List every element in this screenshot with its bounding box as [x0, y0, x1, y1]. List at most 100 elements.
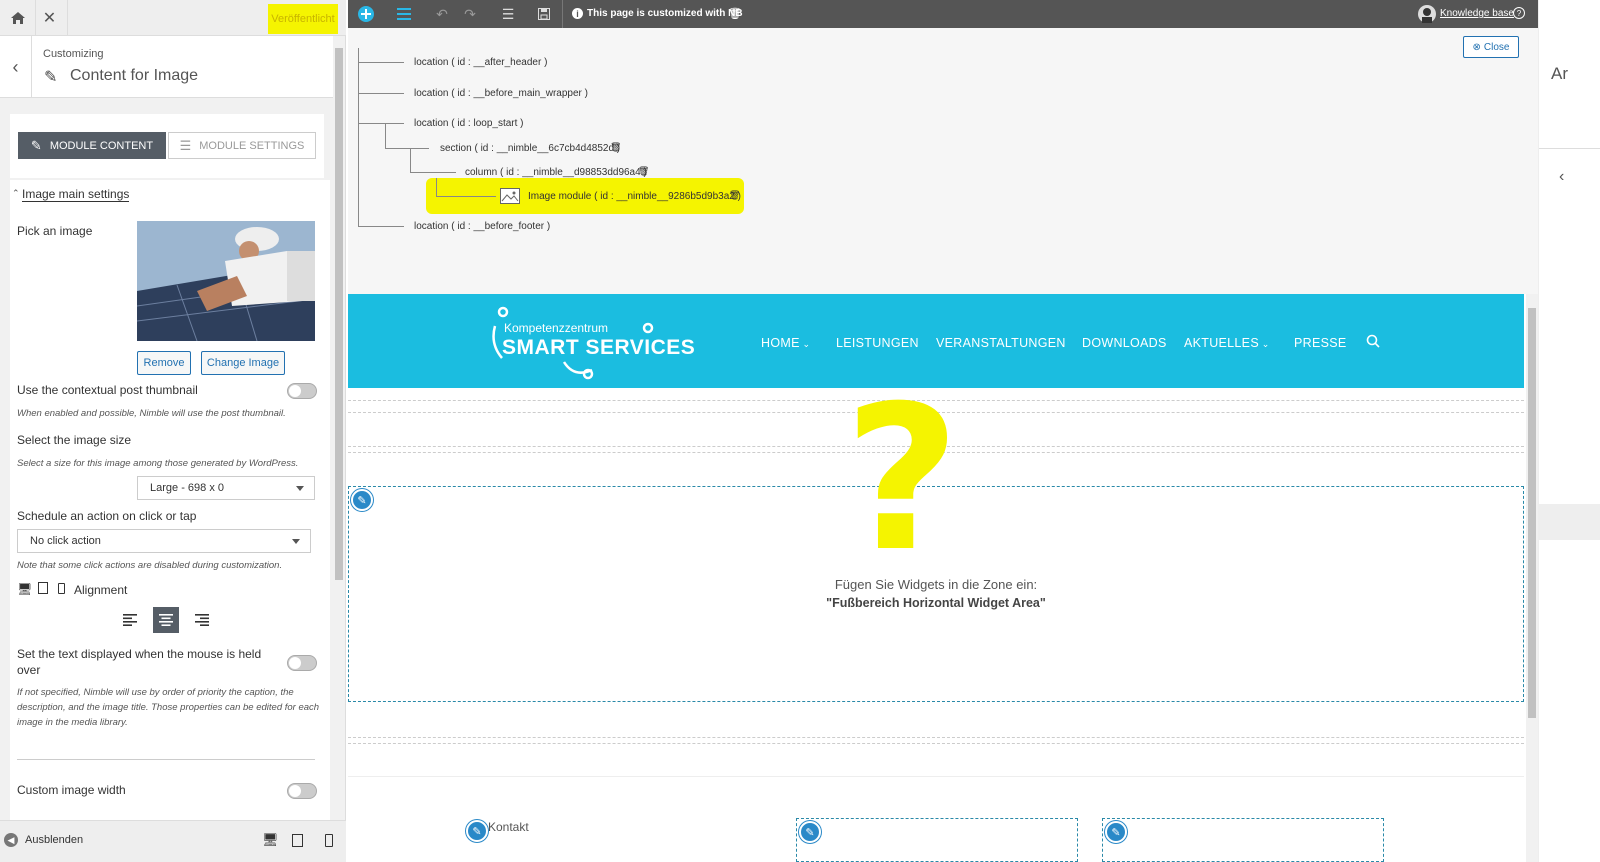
pencil-icon: ✎	[30, 137, 42, 153]
align-left-icon[interactable]	[117, 607, 143, 633]
pencil-icon[interactable]: ✎	[466, 820, 488, 842]
contextual-thumbnail-label: Use the contextual post thumbnail	[17, 383, 198, 397]
contextual-thumbnail-desc: When enabled and possible, Nimble will u…	[17, 408, 286, 419]
change-image-button[interactable]: Change Image	[201, 351, 285, 375]
close-icon[interactable]: ✕	[32, 0, 68, 36]
tree-node-section[interactable]: section ( id : __nimble__6c7cb4d4852d )	[440, 143, 620, 154]
site-logo[interactable]: Kompetenzzentrum SMART SERVICES	[490, 304, 700, 380]
chevron-left-icon[interactable]: ‹	[1559, 168, 1564, 186]
chevron-left-icon[interactable]: ‹	[0, 36, 32, 98]
chevron-up-icon[interactable]: ⌃	[12, 188, 20, 199]
breadcrumb: Customizing	[43, 48, 104, 60]
logo-top-text: Kompetenzzentrum	[504, 321, 609, 335]
search-icon[interactable]	[1366, 334, 1380, 351]
tab-module-content[interactable]: ✎ MODULE CONTENT	[18, 132, 166, 159]
drop-zone-line	[348, 743, 1524, 744]
panel-scrollbar-thumb[interactable]	[335, 48, 343, 580]
plus-circle-icon[interactable]	[352, 0, 380, 28]
nav-home[interactable]: HOME ⌄	[761, 336, 810, 350]
sliders-icon[interactable]: ☰	[494, 0, 522, 28]
hover-text-label-1: Set the text displayed when the mouse is…	[17, 647, 262, 661]
tree-node-before-main-wrapper[interactable]: location ( id : __before_main_wrapper )	[414, 88, 588, 99]
section-toggle[interactable]: Image main settings	[22, 187, 130, 202]
trash-icon[interactable]: 🗑	[638, 166, 649, 177]
tree-node-loop-start[interactable]: location ( id : loop_start )	[414, 118, 524, 129]
nav-aktuelles[interactable]: AKTUELLES ⌄	[1184, 336, 1270, 350]
save-icon[interactable]	[530, 0, 558, 28]
nimble-topbar: ↶ ↷ ☰ i This page is customized with NB …	[348, 0, 1538, 28]
click-action-select[interactable]: No click action	[17, 529, 311, 553]
list-icon[interactable]	[390, 0, 418, 28]
tab-module-settings[interactable]: ☰ MODULE SETTINGS	[168, 132, 316, 159]
tree-node-after-header[interactable]: location ( id : __after_header )	[414, 57, 547, 68]
logo-main-text: SMART SERVICES	[502, 336, 696, 359]
tree-line	[436, 178, 437, 196]
footer-widget-zone[interactable]: ✎	[796, 818, 1078, 862]
widget-zone-text-2: "Fußbereich Horizontal Widget Area"	[826, 596, 1046, 610]
image-thumbnail[interactable]	[137, 221, 315, 341]
mobile-icon[interactable]	[325, 834, 333, 847]
knowledge-base-link[interactable]: Knowledge base	[1440, 8, 1514, 19]
sliders-icon: ☰	[179, 137, 192, 153]
nav-presse[interactable]: PRESSE	[1294, 336, 1347, 350]
preview-scrollbar-thumb[interactable]	[1528, 308, 1536, 718]
desktop-icon[interactable]: 🖥	[262, 832, 279, 848]
tree-line	[358, 226, 404, 227]
trash-icon[interactable]: 🗑	[728, 7, 742, 20]
divider	[562, 0, 563, 28]
redo-icon[interactable]: ↷	[456, 0, 484, 28]
avatar	[1418, 5, 1436, 23]
mobile-icon[interactable]	[58, 583, 65, 594]
hover-text-label-2: over	[17, 663, 41, 677]
hover-text-desc-3: image in the media library.	[17, 717, 128, 728]
collapse-icon[interactable]: ◀	[4, 833, 18, 847]
help-icon[interactable]: ?	[1513, 7, 1525, 19]
custom-width-toggle[interactable]	[287, 783, 317, 799]
tree-node-image-module[interactable]: Image module ( id : __nimble__9286b5d9b3…	[528, 191, 741, 202]
tree-line	[358, 48, 359, 227]
click-action-value: No click action	[30, 535, 101, 547]
pencil-icon[interactable]: ✎	[351, 489, 373, 511]
divider	[1539, 148, 1600, 149]
nav-downloads[interactable]: DOWNLOADS	[1082, 336, 1167, 350]
remove-button[interactable]: Remove	[137, 351, 191, 375]
side-panel-edge: Ar ‹	[1538, 0, 1600, 862]
align-right-icon[interactable]	[189, 607, 215, 633]
question-mark-annotation: ?	[844, 363, 961, 596]
tree-line	[358, 93, 404, 94]
publish-button[interactable]: Veröffentlicht	[268, 4, 338, 34]
tab-label: MODULE CONTENT	[49, 139, 154, 152]
pencil-icon: ✎	[44, 69, 58, 86]
divider	[348, 776, 1524, 777]
trash-icon[interactable]: 🗑	[729, 190, 740, 201]
alignment-label: Alignment	[74, 583, 128, 597]
pencil-icon[interactable]: ✎	[799, 821, 821, 843]
tree-line	[410, 148, 411, 172]
pick-image-label: Pick an image	[17, 224, 93, 238]
tree-line	[410, 172, 456, 173]
hover-text-toggle[interactable]	[287, 655, 317, 671]
tablet-icon[interactable]	[292, 834, 303, 847]
tree-line	[436, 196, 496, 197]
click-action-desc: Note that some click actions are disable…	[17, 560, 283, 571]
tree-node-before-footer[interactable]: location ( id : __before_footer )	[414, 221, 550, 232]
desktop-icon[interactable]: 🖥	[17, 582, 32, 596]
image-size-desc: Select a size for this image among those…	[17, 458, 299, 469]
contextual-thumbnail-toggle[interactable]	[287, 383, 317, 399]
undo-icon[interactable]: ↶	[428, 0, 456, 28]
side-panel-button[interactable]	[1539, 504, 1600, 540]
nav-veranstaltungen[interactable]: VERANSTALTUNGEN	[936, 336, 1066, 350]
align-center-icon[interactable]	[153, 607, 179, 633]
close-tree-button[interactable]: ⊗ Close	[1463, 36, 1519, 58]
pencil-icon[interactable]: ✎	[1105, 821, 1127, 843]
close-label: Close	[1483, 41, 1510, 53]
trash-icon[interactable]: 🗑	[610, 142, 621, 153]
nav-leistungen[interactable]: LEISTUNGEN	[836, 336, 919, 350]
tree-node-column[interactable]: column ( id : __nimble__d98853dd96a4 )	[465, 167, 647, 178]
footer-widget-zone[interactable]: ✎	[1102, 818, 1384, 862]
home-icon[interactable]	[0, 0, 36, 36]
image-size-select[interactable]: Large - 698 x 0	[137, 476, 315, 500]
structure-tree: location ( id : __after_header ) locatio…	[348, 28, 1538, 294]
tablet-icon[interactable]	[38, 582, 48, 594]
hide-controls-button[interactable]: Ausblenden	[25, 834, 83, 846]
